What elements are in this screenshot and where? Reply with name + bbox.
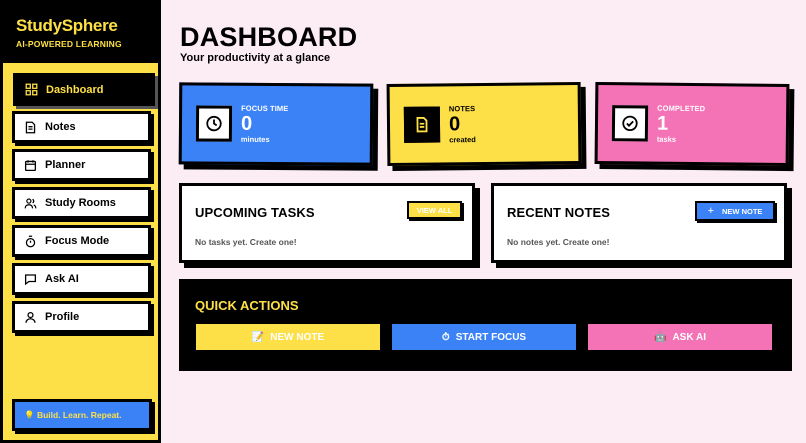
new-note-button[interactable]: + NEW NOTE	[695, 201, 775, 221]
quick-new-note-button[interactable]: 📝 NEW NOTE	[196, 324, 380, 350]
user-icon	[23, 310, 37, 324]
stat-unit: created	[449, 135, 476, 145]
panel-title: RECENT NOTES	[507, 205, 611, 220]
button-label: NEW NOTE	[722, 206, 763, 216]
check-circle-icon	[611, 105, 649, 142]
stat-card-focus-time: FOCUS TIME 0 minutes	[178, 82, 374, 166]
memo-icon: 📝	[251, 331, 265, 343]
stat-card-notes: NOTES 0 created	[386, 81, 582, 167]
quick-actions-title: QUICK ACTIONS	[195, 298, 299, 313]
quick-actions-panel: QUICK ACTIONS 📝 NEW NOTE ⏱ START FOCUS 🤖…	[179, 279, 792, 371]
sidebar-item-label: Dashboard	[46, 83, 104, 96]
view-all-button[interactable]: VIEW ALL	[407, 201, 462, 219]
sidebar-item-label: Profile	[45, 311, 80, 323]
panel-title: UPCOMING TASKS	[195, 205, 315, 220]
quick-start-focus-button[interactable]: ⏱ START FOCUS	[392, 324, 576, 350]
clock-icon	[195, 105, 233, 142]
button-label: NEW NOTE	[270, 331, 325, 343]
document-icon	[403, 106, 441, 143]
users-icon	[23, 196, 37, 210]
stat-label: FOCUS TIME	[241, 103, 289, 114]
recent-notes-panel: RECENT NOTES + NEW NOTE No notes yet. Cr…	[491, 183, 787, 263]
empty-state-text: No notes yet. Create one!	[507, 237, 610, 247]
stat-card-completed: COMPLETED 1 tasks	[594, 81, 790, 167]
document-icon	[23, 120, 37, 134]
stat-value: 0	[240, 112, 253, 135]
sidebar: StudySphere AI-POWERED LEARNING Dashboar…	[0, 0, 161, 443]
sidebar-item-label: Study Rooms	[45, 197, 116, 209]
sidebar-item-planner[interactable]: Planner	[12, 149, 151, 181]
stat-unit: tasks	[656, 134, 677, 144]
calendar-icon	[23, 158, 37, 172]
app-title: StudySphere	[16, 16, 118, 35]
button-label: ASK AI	[672, 331, 706, 343]
sidebar-item-focus-mode[interactable]: Focus Mode	[12, 225, 151, 257]
brand: StudySphere AI-POWERED LEARNING	[16, 16, 122, 49]
sidebar-item-label: Focus Mode	[45, 235, 110, 247]
app-tagline: AI-POWERED LEARNING	[16, 39, 122, 49]
grid-icon	[24, 83, 38, 97]
chat-icon	[23, 272, 37, 286]
sidebar-nav: Dashboard Notes Planner Study Rooms Focu	[3, 63, 158, 440]
stopwatch-icon: ⏱	[441, 331, 450, 343]
upcoming-tasks-panel: UPCOMING TASKS VIEW ALL No tasks yet. Cr…	[179, 183, 475, 263]
sidebar-item-study-rooms[interactable]: Study Rooms	[12, 187, 151, 219]
sidebar-item-profile[interactable]: Profile	[12, 301, 151, 333]
robot-icon: 🤖	[654, 331, 667, 343]
sidebar-item-label: Planner	[45, 159, 86, 171]
motto-badge: 💡 Build. Learn. Repeat.	[12, 399, 152, 431]
empty-state-text: No tasks yet. Create one!	[195, 237, 297, 247]
sidebar-item-ask-ai[interactable]: Ask AI	[12, 263, 151, 295]
sidebar-item-label: Ask AI	[45, 273, 79, 285]
stat-value: 1	[656, 112, 669, 135]
stat-label: NOTES	[448, 104, 476, 114]
stat-unit: minutes	[240, 134, 270, 144]
sidebar-item-label: Notes	[45, 121, 76, 133]
sidebar-item-notes[interactable]: Notes	[12, 111, 151, 143]
plus-icon: +	[707, 205, 714, 217]
page-subtitle: Your productivity at a glance	[180, 52, 331, 64]
timer-icon	[23, 234, 37, 248]
stat-label: COMPLETED	[657, 103, 706, 114]
button-label: START FOCUS	[455, 331, 527, 343]
page-title: DASHBOARD	[180, 22, 358, 52]
sidebar-item-dashboard[interactable]: Dashboard	[13, 73, 155, 106]
stat-value: 0	[448, 113, 461, 136]
quick-ask-ai-button[interactable]: 🤖 ASK AI	[588, 324, 772, 350]
